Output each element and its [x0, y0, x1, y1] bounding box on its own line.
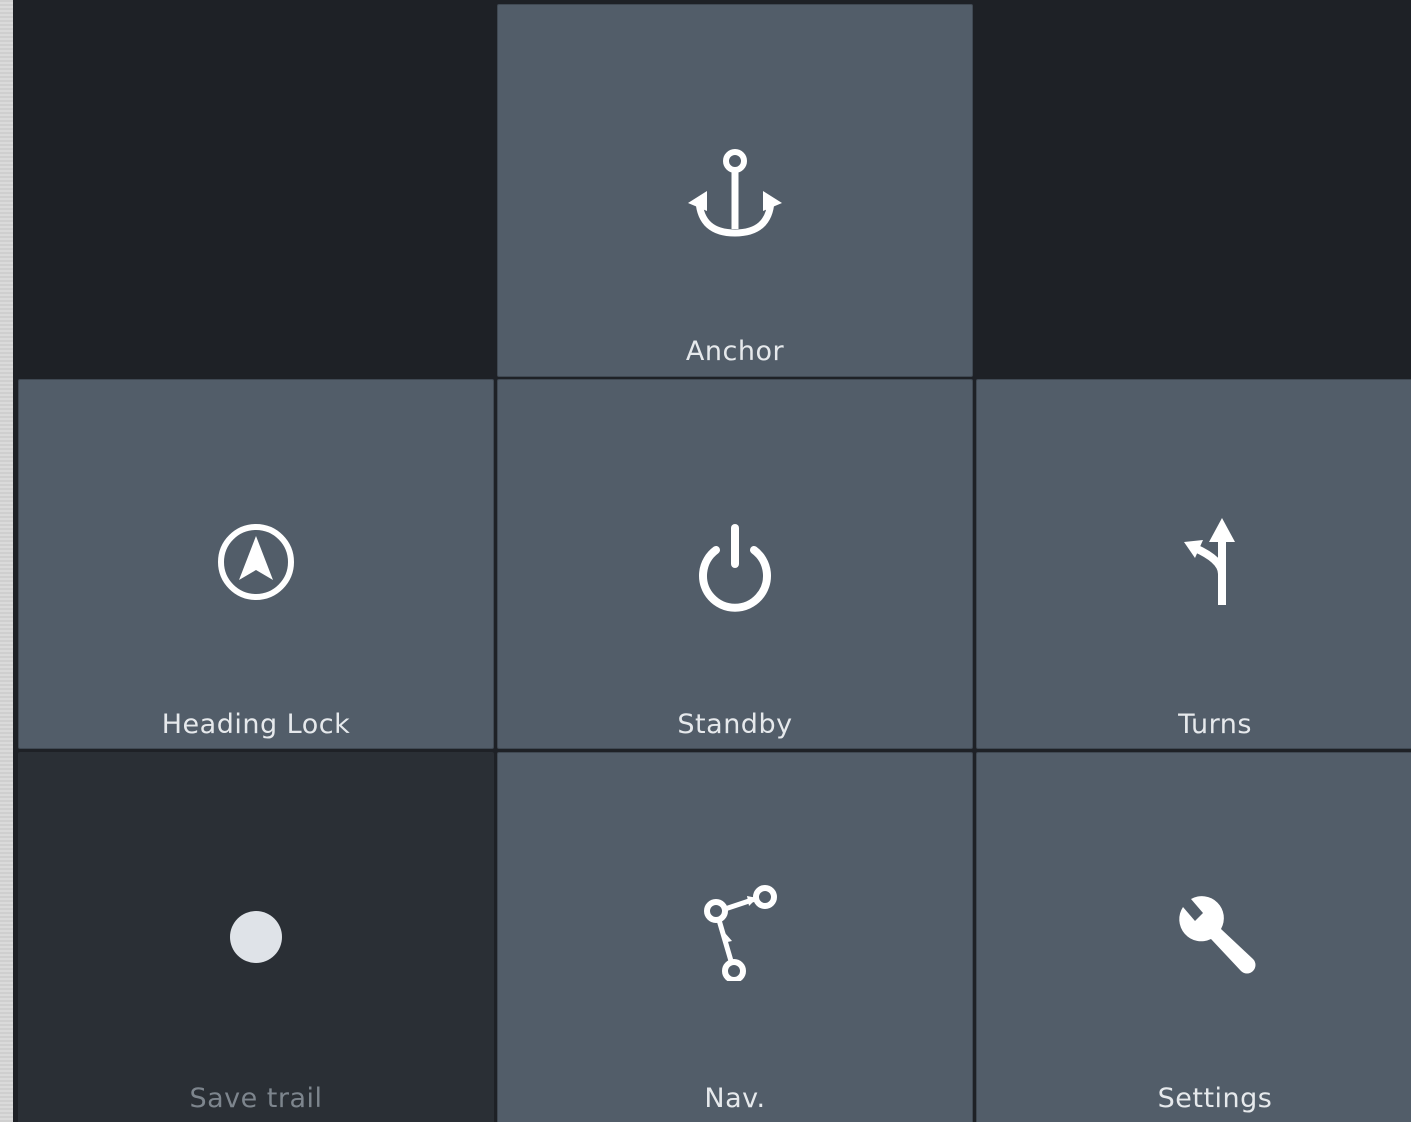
record-dot-icon: [206, 887, 306, 987]
standby-label: Standby: [677, 709, 793, 740]
navigation-arrow-icon: [206, 512, 306, 612]
power-icon: [685, 514, 785, 614]
window-edge: [0, 0, 13, 1122]
nav-button[interactable]: Nav.: [497, 752, 973, 1122]
nav-label: Nav.: [704, 1083, 766, 1114]
anchor-label: Anchor: [685, 336, 785, 367]
settings-button[interactable]: Settings: [976, 752, 1411, 1122]
heading-lock-label: Heading Lock: [161, 709, 351, 740]
route-icon: [685, 881, 785, 981]
save-trail-label: Save trail: [189, 1083, 323, 1114]
turns-label: Turns: [1178, 709, 1252, 740]
heading-lock-button[interactable]: Heading Lock: [18, 379, 494, 749]
turns-button[interactable]: Turns: [976, 379, 1411, 749]
anchor-button[interactable]: Anchor: [497, 4, 973, 377]
save-trail-button[interactable]: Save trail: [18, 752, 494, 1122]
standby-button[interactable]: Standby: [497, 379, 973, 749]
anchor-icon: [685, 145, 785, 245]
turn-arrow-icon: [1165, 512, 1265, 612]
autopilot-menu: Anchor Heading Lock Standby Turns Save t…: [0, 0, 1411, 1122]
settings-label: Settings: [1157, 1083, 1273, 1114]
wrench-icon: [1165, 887, 1265, 987]
